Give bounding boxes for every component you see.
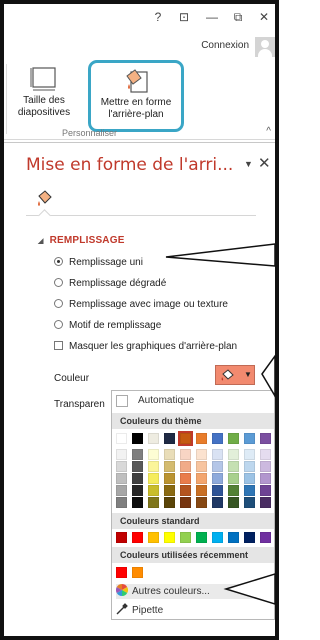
callout-arrow-more-colors [223, 573, 275, 605]
callout-arrow-solid-fill [165, 243, 275, 267]
callout-arrow-color-button [261, 354, 275, 398]
tutorial-callouts [165, 243, 275, 605]
app-window: ? ⊡ — ⧉ ✕ Connexion Taille des diapositi… [0, 0, 279, 640]
